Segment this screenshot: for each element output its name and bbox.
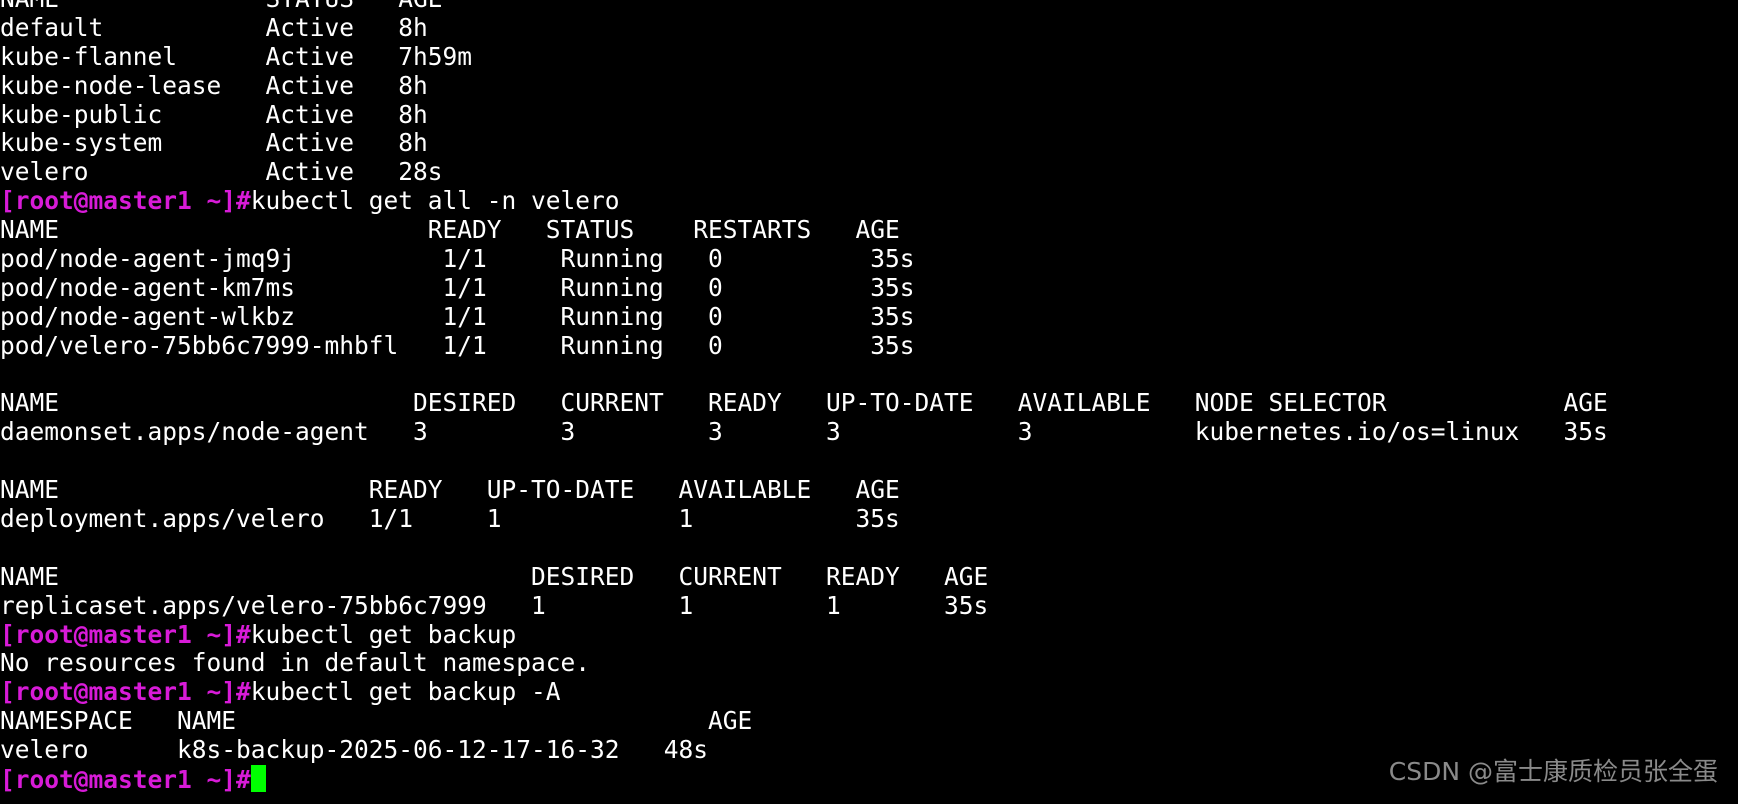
output-line: pod/velero-75bb6c7999-mhbfl 1/1 Running …	[0, 330, 915, 360]
terminal-output[interactable]: NAME STATUS AGEdefault Active 8hkube-fla…	[0, 0, 1738, 794]
output-line: NAMESPACE NAME AGE	[0, 706, 753, 736]
output-line: kube-system Active 8h	[0, 128, 428, 158]
shell-prompt: [root@master1 ~]#	[0, 677, 251, 707]
command-line: [root@master1 ~]#kubectl get backup -A	[0, 677, 1738, 707]
output-line: velero Active 28s	[0, 157, 443, 187]
command-text: kubectl get backup -A	[250, 677, 561, 707]
output-line: NAME READY STATUS RESTARTS AGE	[0, 215, 900, 245]
output-line: replicaset.apps/velero-75bb6c7999 1 1 1 …	[0, 590, 989, 620]
output-line: pod/node-agent-wlkbz 1/1 Running 0 35s	[0, 301, 915, 331]
command-line: [root@master1 ~]#kubectl get all -n vele…	[0, 186, 1738, 216]
output-line: NAME DESIRED CURRENT READY AGE	[0, 561, 989, 591]
terminal-cursor[interactable]	[250, 765, 266, 793]
shell-prompt: [root@master1 ~]#	[0, 186, 251, 216]
output-line: deployment.apps/velero 1/1 1 1 35s	[0, 504, 900, 534]
output-line: NAME STATUS AGE	[0, 0, 1738, 14]
output-line: kube-node-lease Active 8h	[0, 70, 428, 100]
output-line: NAME DESIRED CURRENT READY UP-TO-DATE AV…	[0, 388, 1608, 418]
shell-prompt: [root@master1 ~]#	[0, 619, 251, 649]
output-line: default Active 8h	[0, 12, 428, 42]
output-line: pod/node-agent-jmq9j 1/1 Running 0 35s	[0, 244, 915, 274]
command-text: kubectl get backup	[250, 619, 517, 649]
output-line: No resources found in default namespace.	[0, 648, 591, 678]
output-line: pod/node-agent-km7ms 1/1 Running 0 35s	[0, 272, 915, 302]
command-line: [root@master1 ~]#kubectl get backup	[0, 619, 1738, 650]
csdn-watermark: CSDN @富士康质检员张全蛋	[1388, 757, 1718, 786]
command-text: kubectl get all -n velero	[250, 186, 620, 216]
output-line: kube-public Active 8h	[0, 99, 428, 129]
shell-prompt: [root@master1 ~]#	[0, 765, 251, 795]
output-line: daemonset.apps/node-agent 3 3 3 3 3 kube…	[0, 417, 1608, 447]
output-line: NAME READY UP-TO-DATE AVAILABLE AGE	[0, 475, 900, 505]
output-line: kube-flannel Active 7h59m	[0, 41, 473, 71]
